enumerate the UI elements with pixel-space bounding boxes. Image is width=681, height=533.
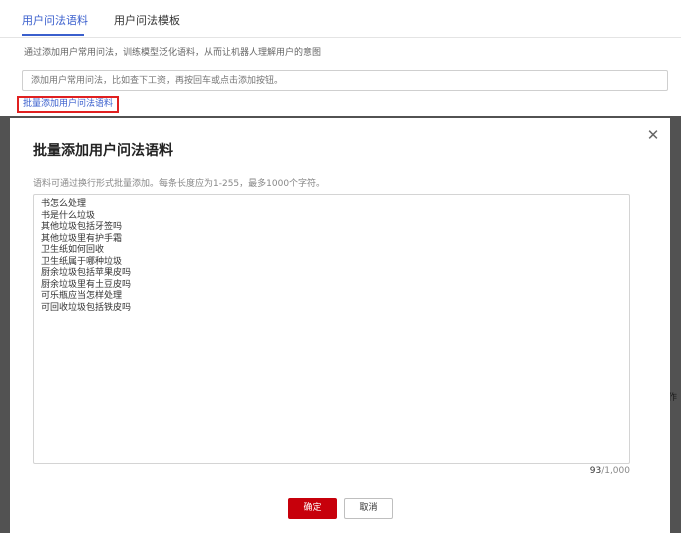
confirm-button[interactable]: 确定 <box>288 498 337 519</box>
batch-add-dialog: 批量添加用户问法语料 ✕ 语料可通过换行形式批量添加。每条长度应为1-255，最… <box>10 118 670 533</box>
dialog-hint: 语料可通过换行形式批量添加。每条长度应为1-255，最多1000个字符。 <box>33 179 326 189</box>
character-max: /1,000 <box>601 466 630 476</box>
utterances-textarea[interactable]: 书怎么处理 书是什么垃圾 其他垃圾包括牙签吗 其他垃圾里有护手霜 卫生纸如何回收… <box>33 194 630 464</box>
tab-user-templates[interactable]: 用户问法模板 <box>114 12 180 28</box>
dialog-title: 批量添加用户问法语料 <box>33 143 173 159</box>
watermark: @稀土掘金技术社区 <box>548 512 657 526</box>
character-counter: 93/1,000 <box>570 466 630 476</box>
close-icon[interactable]: ✕ <box>645 127 661 143</box>
add-utterance-input[interactable] <box>22 70 668 91</box>
active-tab-indicator <box>22 34 84 36</box>
cancel-button[interactable]: 取消 <box>344 498 393 519</box>
page-description: 通过添加用户常用问法，训练模型泛化语料，从而让机器人理解用户的意图 <box>24 48 322 58</box>
tab-bar: 用户问法语料 用户问法模板 <box>0 0 681 38</box>
batch-add-link[interactable]: 批量添加用户问法语料 <box>17 96 120 113</box>
character-count: 93 <box>589 466 602 476</box>
tab-user-utterances[interactable]: 用户问法语料 <box>22 12 88 28</box>
